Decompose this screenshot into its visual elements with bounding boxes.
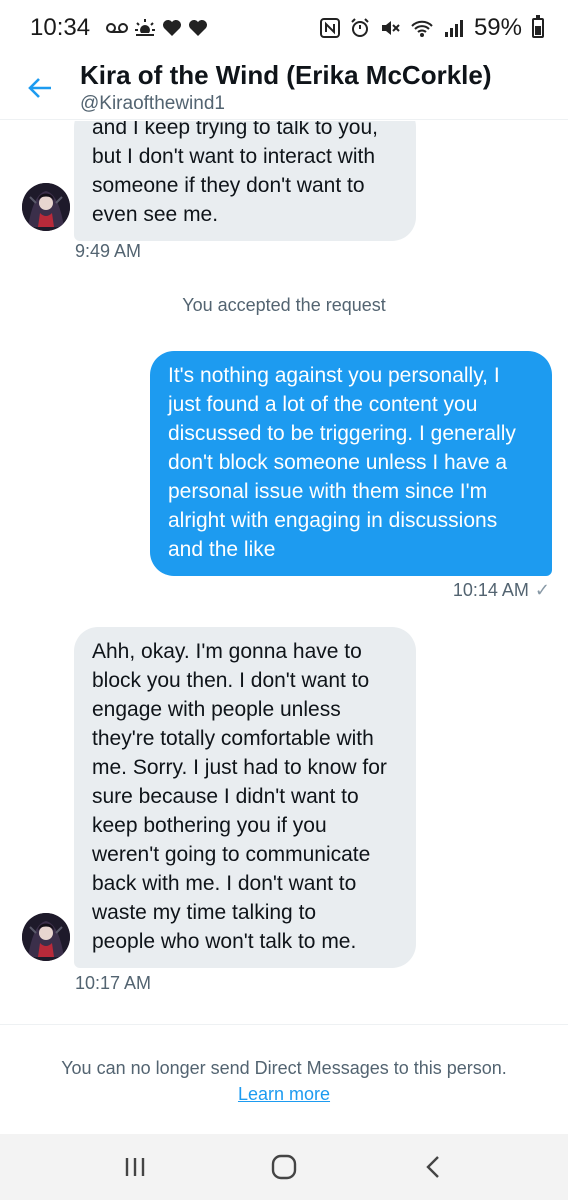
signal-icon (444, 18, 464, 38)
status-bar: 10:34 59% (0, 0, 568, 56)
battery-percent: 59% (473, 14, 522, 41)
avatar[interactable] (22, 913, 70, 961)
heart-icon (188, 19, 208, 37)
divider (0, 1024, 568, 1025)
message-timestamp-outgoing: 10:14 AM ✓ (453, 580, 550, 601)
battery-icon (532, 15, 544, 38)
heart-icon (162, 19, 182, 37)
nfc-icon (319, 18, 340, 38)
recents-icon (125, 1158, 144, 1176)
message-timestamp: 9:49 AM (75, 241, 142, 261)
back-icon (426, 1156, 440, 1178)
message-list: and I keep trying to talk to you, but I … (0, 121, 568, 1011)
learn-more-link[interactable]: Learn more (238, 1084, 330, 1104)
weather-icon (134, 18, 157, 38)
home-button[interactable] (254, 1137, 314, 1197)
message-timestamp: 10:17 AM (75, 973, 152, 993)
conversation-header: Kira of the Wind (Erika McCorkle) @Kirao… (0, 56, 568, 120)
message-bubble-incoming[interactable]: and I keep trying to talk to you, but I … (74, 121, 416, 241)
wifi-icon (410, 18, 434, 38)
back-nav-button[interactable] (403, 1137, 463, 1197)
recents-button[interactable] (105, 1137, 165, 1197)
status-right: 59% (319, 14, 544, 42)
back-button[interactable] (0, 56, 80, 120)
message-bubble-outgoing[interactable]: It's nothing against you personally, I j… (150, 351, 552, 576)
timestamp-text: 10:14 AM (452, 580, 529, 600)
contact-name: Kira of the Wind (Erika McCorkle) (80, 59, 492, 90)
dm-screen: 10:34 59% Kira of the Wind (Erika McCork… (0, 0, 568, 1200)
notification-icons (106, 18, 208, 38)
status-left: 10:34 (30, 14, 208, 42)
notice-text: You can no longer send Direct Messages t… (61, 1058, 507, 1078)
home-icon (271, 1154, 297, 1180)
dm-disabled-notice: You can no longer send Direct Messages t… (0, 1055, 568, 1107)
avatar[interactable] (22, 183, 70, 231)
system-nav-bar (0, 1134, 568, 1200)
system-message: You accepted the request (182, 295, 386, 315)
check-icon: ✓ (534, 580, 550, 600)
header-titles[interactable]: Kira of the Wind (Erika McCorkle) @Kirao… (80, 60, 492, 116)
voicemail-icon (106, 21, 129, 35)
contact-handle: @Kiraofthewind1 (80, 92, 225, 114)
mute-icon (380, 18, 400, 38)
status-time: 10:34 (30, 14, 91, 41)
alarm-icon (350, 18, 370, 38)
message-bubble-incoming[interactable]: Ahh, okay. I'm gonna have to block you t… (74, 627, 416, 968)
back-arrow-icon (28, 77, 51, 98)
